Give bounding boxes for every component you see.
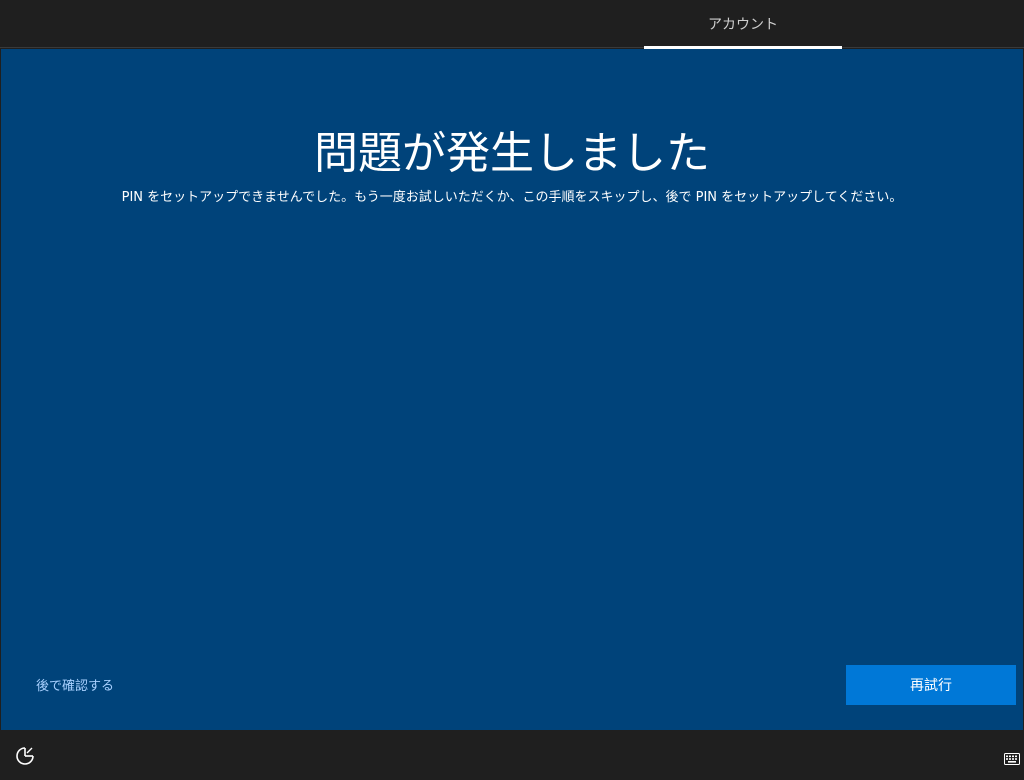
retry-button[interactable]: 再試行 <box>846 665 1016 705</box>
accessibility-icon[interactable] <box>14 745 36 767</box>
error-description: PIN をセットアップできませんでした。もう一度お試しいただくか、この手順をスキ… <box>121 190 903 205</box>
step-tab-label: アカウント <box>708 17 778 33</box>
page-title: 問題が発生しました <box>314 128 710 179</box>
keyboard-icon[interactable] <box>1004 750 1020 765</box>
do-later-link[interactable]: 後で確認する <box>36 675 114 694</box>
main-panel: 問題が発生しました PIN をセットアップできませんでした。もう一度お試しいただ… <box>1 49 1023 730</box>
top-bar: アカウント <box>0 0 1024 49</box>
bottom-bar <box>0 730 1024 780</box>
step-tab-account: アカウント <box>644 0 842 49</box>
